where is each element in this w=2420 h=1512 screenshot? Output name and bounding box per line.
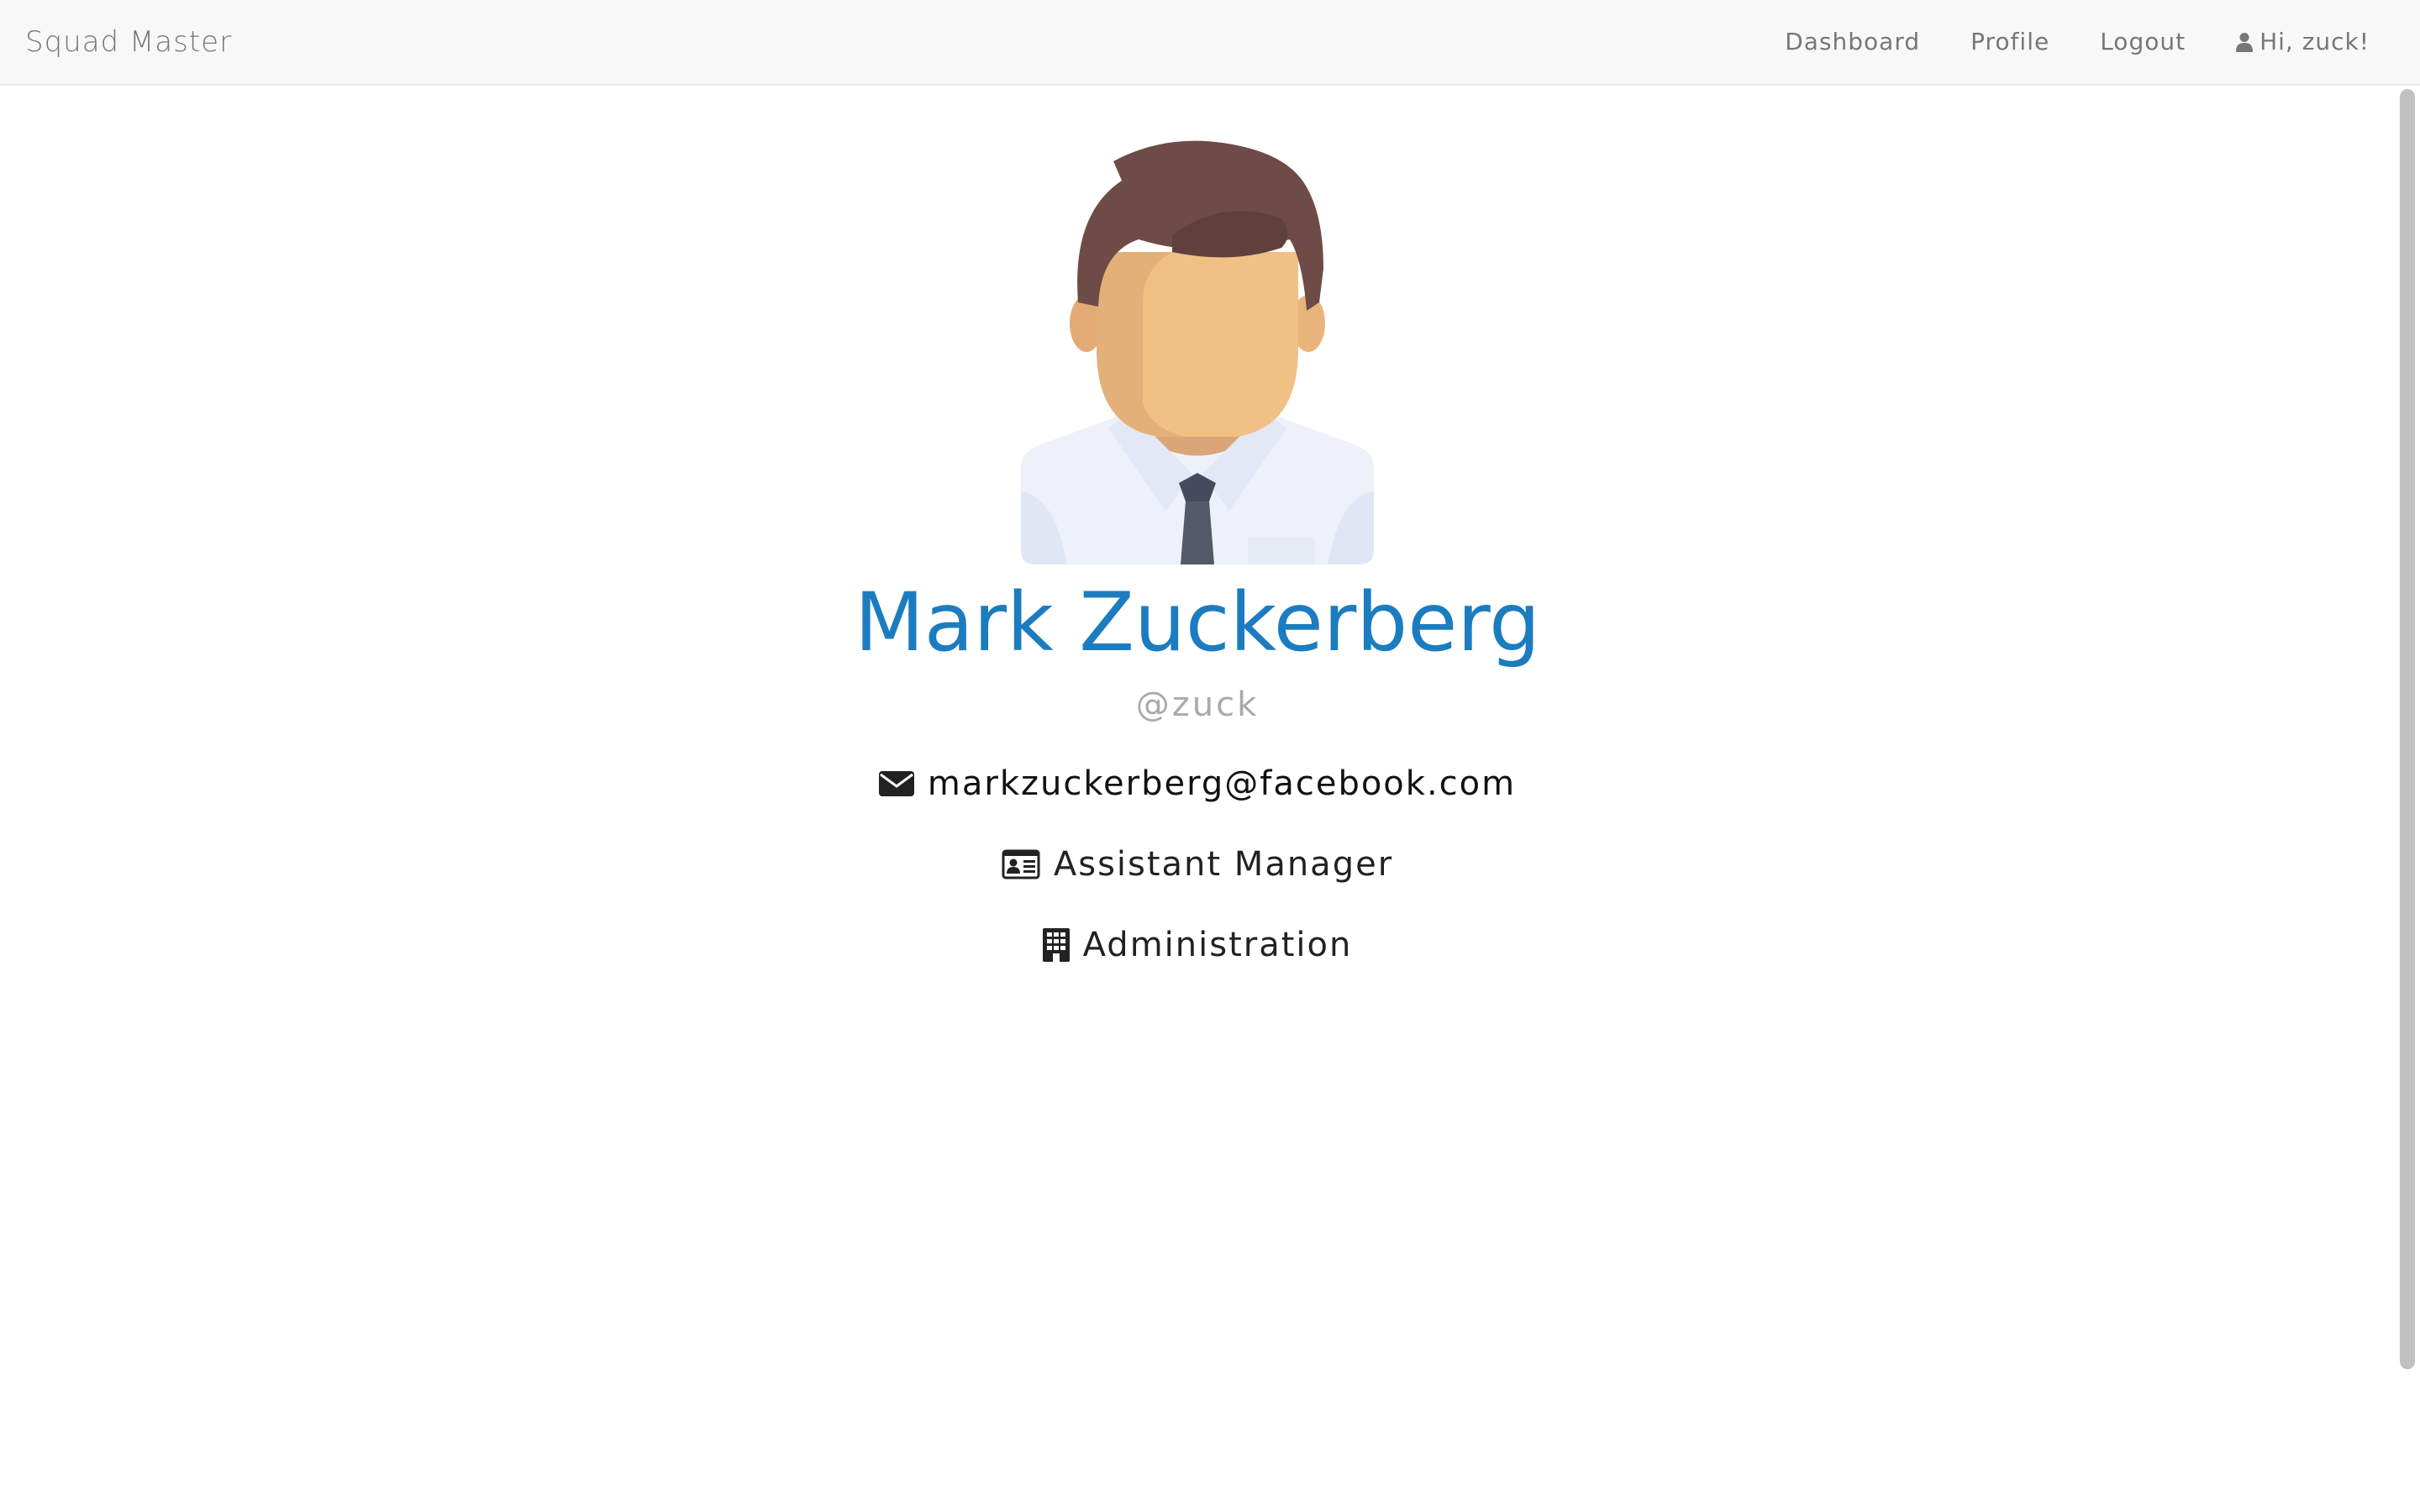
nav-profile-link[interactable]: Profile xyxy=(1970,24,2049,60)
profile-email-row: markzuckerberg@facebook.com xyxy=(878,761,1516,806)
scrollbar-thumb[interactable] xyxy=(2400,89,2415,1369)
envelope-icon xyxy=(878,771,914,796)
id-card-icon xyxy=(1002,849,1040,879)
brand-link[interactable]: Squad Master xyxy=(25,24,232,60)
profile-username: @zuck xyxy=(1135,685,1260,724)
profile-department-row: Administration xyxy=(1042,922,1353,968)
nav-menu: Dashboard Profile Logout Hi, zuck! xyxy=(1785,24,2370,60)
profile-email[interactable]: markzuckerberg@facebook.com xyxy=(928,761,1516,806)
nav-user-greeting[interactable]: Hi, zuck! xyxy=(2236,24,2370,60)
greeting-text: Hi, zuck! xyxy=(2260,28,2370,55)
nav-logout-link[interactable]: Logout xyxy=(2100,24,2186,60)
profile-department: Administration xyxy=(1082,926,1353,964)
user-icon xyxy=(2236,33,2254,52)
building-icon xyxy=(1042,928,1070,962)
avatar-image xyxy=(1021,140,1374,564)
profile-job-title: Assistant Manager xyxy=(1053,845,1394,884)
profile-job-title-row: Assistant Manager xyxy=(1002,842,1393,887)
nav-dashboard-link[interactable]: Dashboard xyxy=(1785,24,1920,60)
top-navbar: Squad Master Dashboard Profile Logout Hi… xyxy=(0,0,2420,86)
profile-full-name: Mark Zuckerberg xyxy=(854,575,1541,669)
profile-card: Mark Zuckerberg @zuck markzuckerberg@fac… xyxy=(0,134,2395,968)
